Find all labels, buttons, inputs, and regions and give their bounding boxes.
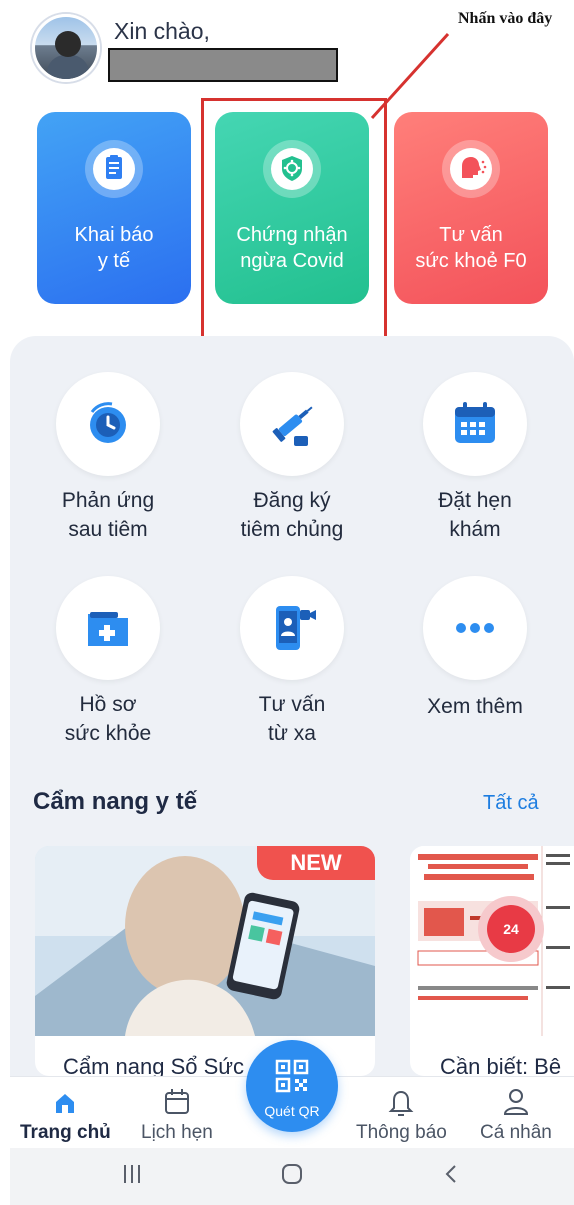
clock-reaction-icon	[56, 372, 160, 476]
nav-label: Thông báo	[356, 1122, 447, 1143]
service-vaccination-registration[interactable]: Đăng ký tiêm chủng	[217, 372, 367, 544]
health-declaration-card[interactable]: Khai báo y tế	[37, 112, 191, 304]
service-post-injection-reaction[interactable]: Phản ứng sau tiêm	[33, 372, 183, 544]
service-remote-consultation[interactable]: Tư vấn từ xa	[217, 576, 367, 748]
qr-code-icon	[275, 1059, 309, 1093]
scan-qr-button[interactable]: Quét QR	[246, 1040, 338, 1132]
service-label-line1: Xem thêm	[427, 695, 523, 718]
service-label-line2: sức khỏe	[64, 722, 152, 745]
nav-notifications[interactable]: Thông báo	[356, 1086, 447, 1144]
back-icon[interactable]	[440, 1162, 464, 1186]
card-label-line2: sức khoẻ F0	[415, 250, 527, 272]
service-label-line2: tiêm chủng	[240, 518, 344, 541]
handbook-section-title: Cẩm nang y tế	[33, 788, 198, 815]
nav-label: Trang chủ	[20, 1122, 111, 1143]
card-label-line1: Khai báo	[74, 224, 154, 246]
emergency-call-button[interactable]: 24	[478, 896, 544, 962]
service-book-appointment[interactable]: Đặt hẹn khám	[400, 372, 550, 544]
nav-label: Cá nhân	[480, 1122, 552, 1143]
nav-home[interactable]: Trang chủ	[20, 1086, 111, 1144]
service-label-line2: sau tiêm	[68, 518, 148, 541]
video-doctor-icon	[240, 576, 344, 680]
home-icon	[56, 1094, 75, 1113]
more-dots-icon	[423, 576, 527, 680]
card-label-line1: Tư vấn	[439, 224, 503, 246]
article-card[interactable]: Cần biết: Bê	[410, 846, 574, 1076]
article-title: Cần biết: Bê	[440, 1054, 562, 1076]
home-system-icon[interactable]	[280, 1162, 304, 1186]
recent-apps-icon[interactable]	[120, 1162, 144, 1186]
nav-schedule[interactable]: Lịch hẹn	[141, 1086, 213, 1144]
service-label-line1: Phản ứng	[61, 489, 155, 512]
annotation-highlight-box	[201, 98, 387, 352]
service-label-line1: Đăng ký	[253, 489, 331, 512]
f0-consult-card[interactable]: Tư vấn sức khoẻ F0	[394, 112, 548, 304]
scan-qr-label: Quét QR	[264, 1103, 320, 1119]
clipboard-medical-icon	[93, 148, 135, 190]
service-see-more[interactable]: Xem thêm	[400, 576, 550, 721]
person-icon	[503, 1089, 528, 1115]
service-health-records[interactable]: Hồ sơ sức khỏe	[33, 576, 183, 748]
new-badge: NEW	[257, 846, 375, 880]
see-all-link[interactable]: Tất cả	[483, 792, 539, 815]
nav-profile[interactable]: Cá nhân	[480, 1086, 552, 1144]
phone-24-icon: 24	[487, 905, 535, 953]
service-label-line1: Đặt hẹn	[438, 489, 512, 512]
service-label-line1: Hồ sơ	[79, 693, 137, 716]
calendar-icon	[423, 372, 527, 476]
service-label-line1: Tư vấn	[258, 693, 326, 716]
article-title: Cẩm nang Sổ Sức	[63, 1054, 245, 1076]
card-label-line2: y tế	[97, 250, 131, 272]
cough-head-icon	[450, 148, 492, 190]
service-label-line2: từ xa	[268, 722, 316, 745]
medical-folder-icon	[56, 576, 160, 680]
syringe-icon	[240, 372, 344, 476]
bell-icon	[389, 1090, 414, 1116]
annotation-label: Nhấn vào đây	[458, 10, 553, 27]
nav-label: Lịch hẹn	[141, 1122, 213, 1143]
service-label-line2: khám	[449, 518, 501, 541]
calendar-icon	[164, 1089, 189, 1114]
